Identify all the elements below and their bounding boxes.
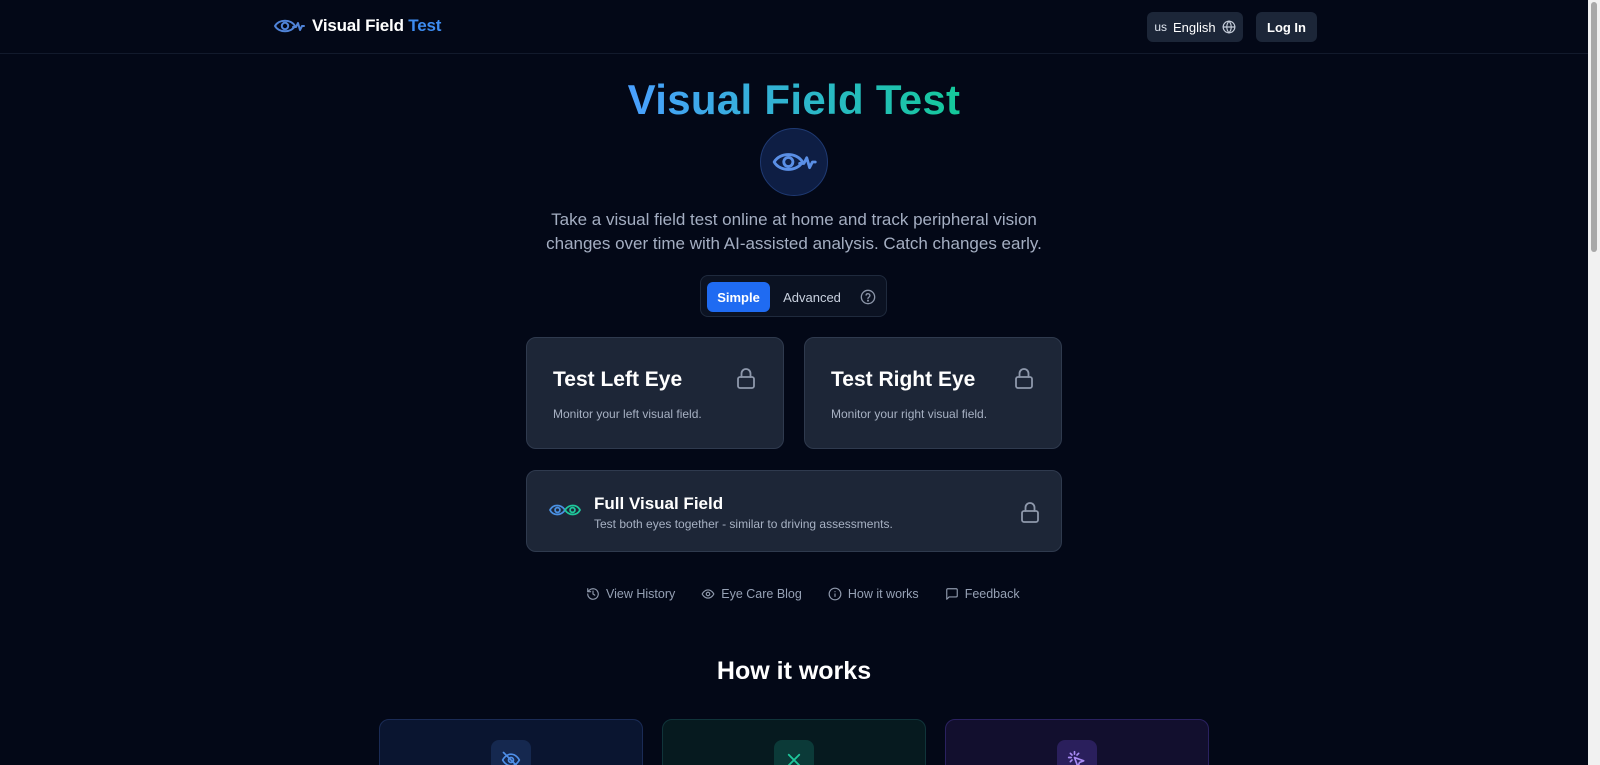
scrollbar-thumb[interactable] xyxy=(1591,2,1597,252)
link-label: How it works xyxy=(847,587,919,601)
link-label: Eye Care Blog xyxy=(721,587,802,601)
language-flag-code: us xyxy=(1154,20,1168,34)
card-description: Test both eyes together - similar to dri… xyxy=(594,517,893,531)
card-description: Monitor your right visual field. xyxy=(831,407,988,421)
brand-name-accent: Test xyxy=(408,16,442,35)
card-description: Monitor your left visual field. xyxy=(553,407,702,421)
page-scrollbar[interactable] xyxy=(1588,0,1600,765)
history-icon xyxy=(587,588,599,600)
cursor-click-icon xyxy=(1067,750,1085,765)
page-title: Visual Field Test xyxy=(0,76,1588,124)
login-button[interactable]: Log In xyxy=(1256,12,1317,42)
globe-icon xyxy=(1222,20,1236,34)
eye-care-blog-link[interactable]: Eye Care Blog xyxy=(701,587,802,601)
brand-name: Visual Field Test xyxy=(312,16,441,36)
brand-name-primary: Visual Field xyxy=(312,16,404,35)
card-title: Test Right Eye xyxy=(831,368,976,391)
how-it-works-link[interactable]: How it works xyxy=(828,587,919,601)
link-label: View History xyxy=(606,587,676,601)
mode-advanced-button[interactable]: Advanced xyxy=(781,282,843,312)
binocular-eyes-icon xyxy=(549,504,581,516)
step-icon-badge xyxy=(1057,740,1097,765)
lock-icon xyxy=(1015,368,1033,389)
card-title: Test Left Eye xyxy=(553,368,683,391)
top-navbar: Visual Field Test us English Log In xyxy=(0,0,1588,54)
view-history-link[interactable]: View History xyxy=(586,587,675,601)
x-icon xyxy=(787,753,801,765)
step-icon-badge xyxy=(774,740,814,765)
test-left-eye-card[interactable]: Test Left Eye Monitor your left visual f… xyxy=(526,337,784,449)
quick-links: View History Eye Care Blog How it works … xyxy=(586,584,1020,604)
lock-icon xyxy=(737,368,755,389)
chat-icon xyxy=(945,588,958,600)
lock-icon xyxy=(1021,502,1039,523)
mode-simple-button[interactable]: Simple xyxy=(707,282,770,312)
help-circle-icon[interactable] xyxy=(860,289,876,305)
step-icon-badge xyxy=(491,740,531,765)
info-icon xyxy=(828,587,842,601)
eye-off-icon xyxy=(501,751,521,765)
hero-subtitle: Take a visual field test online at home … xyxy=(546,210,1042,253)
language-label: English xyxy=(1173,19,1216,35)
full-visual-field-card[interactable]: Full Visual Field Test both eyes togethe… xyxy=(526,470,1062,552)
mode-toggle: Simple Advanced xyxy=(700,275,887,317)
page-title-text: Visual Field Test xyxy=(627,76,961,123)
how-it-works-heading: How it works xyxy=(716,657,872,685)
how-it-works-step-2 xyxy=(662,719,926,765)
card-title: Full Visual Field xyxy=(594,494,724,513)
eye-icon xyxy=(701,589,715,599)
eye-pulse-icon xyxy=(772,153,817,171)
brand-logo-link[interactable]: Visual Field Test xyxy=(273,14,441,38)
test-right-eye-card[interactable]: Test Right Eye Monitor your right visual… xyxy=(804,337,1062,449)
how-it-works-step-3 xyxy=(945,719,1209,765)
how-it-works-step-1 xyxy=(379,719,643,765)
eye-pulse-logo-icon xyxy=(274,19,305,33)
feedback-link[interactable]: Feedback xyxy=(945,587,1020,601)
language-selector-button[interactable]: us English xyxy=(1147,12,1243,42)
hero-eye-badge xyxy=(760,128,828,196)
link-label: Feedback xyxy=(964,587,1020,601)
